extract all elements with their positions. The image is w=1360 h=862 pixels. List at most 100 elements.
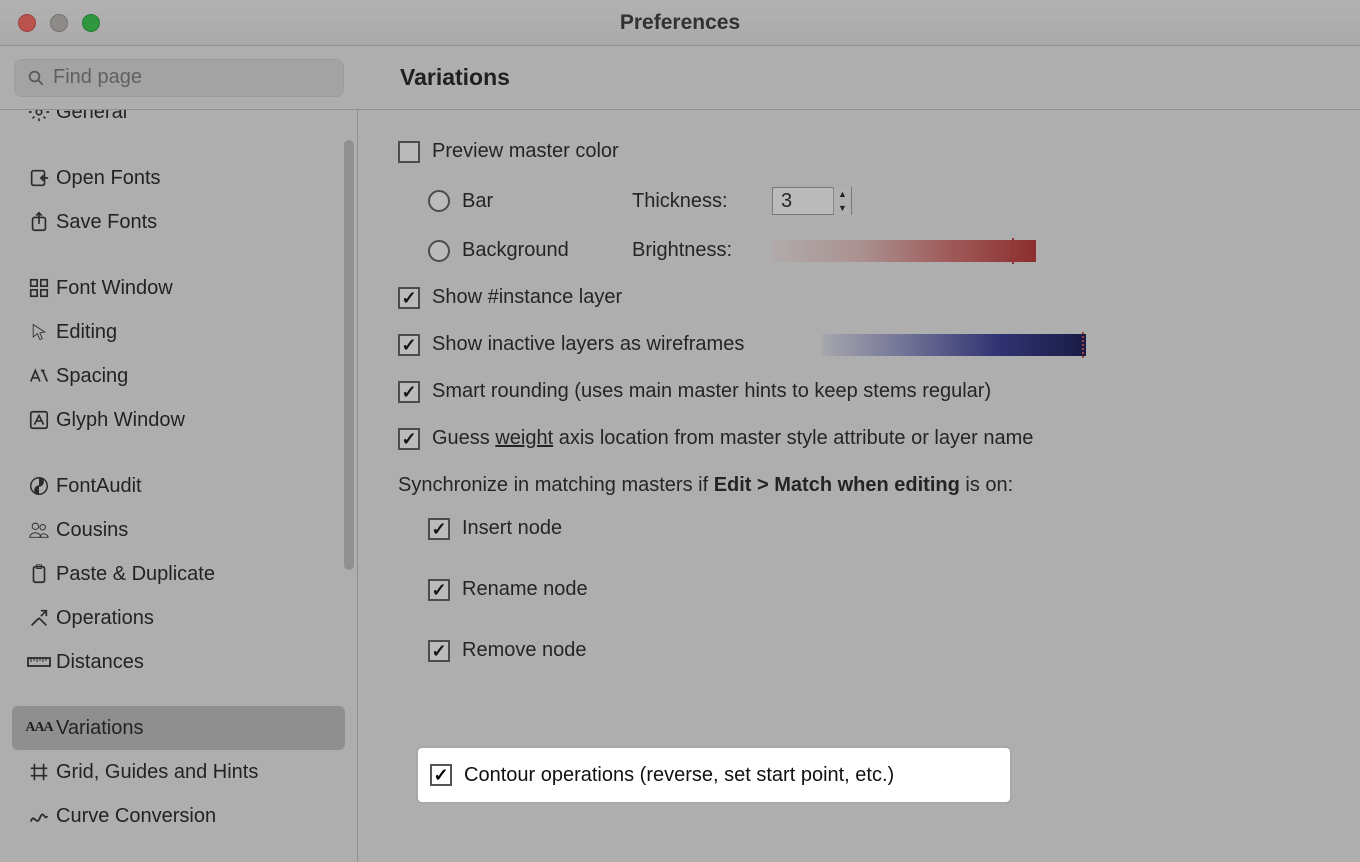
background-radio[interactable] <box>428 240 450 262</box>
thickness-label: Thickness: <box>632 190 772 213</box>
show-instance-label: Show #instance layer <box>432 286 622 309</box>
glyph-window-icon <box>22 409 56 431</box>
sync-contour-row: Contour operations (reverse, set start p… <box>418 748 1010 802</box>
cursor-icon <box>22 321 56 343</box>
thickness-value: 3 <box>773 190 833 213</box>
scribble-icon <box>22 805 56 827</box>
bar-radio[interactable] <box>428 190 450 212</box>
sidebar-item-paste-duplicate[interactable]: Paste & Duplicate <box>12 552 345 596</box>
show-instance-checkbox[interactable] <box>398 287 420 309</box>
preview-master-color-checkbox[interactable] <box>398 141 420 163</box>
sync-contour-checkbox[interactable] <box>430 764 452 786</box>
sidebar-item-distances[interactable]: Distances <box>12 640 345 684</box>
sidebar-item-label: Glyph Window <box>56 409 185 432</box>
sync-rename-label: Rename node <box>462 578 588 601</box>
window-controls <box>18 14 100 32</box>
sync-insert-checkbox[interactable] <box>428 518 450 540</box>
grid-icon <box>22 277 56 299</box>
sidebar-item-label: Font Window <box>56 277 173 300</box>
preferences-window: Preferences Find page Variations General… <box>0 0 1360 862</box>
background-label: Background <box>462 239 632 262</box>
sidebar-item-label: Variations <box>56 717 143 740</box>
sidebar-item-label: Grid, Guides and Hints <box>56 761 258 784</box>
preview-master-color-label: Preview master color <box>432 140 619 163</box>
sidebar-item-curve-conversion[interactable]: Curve Conversion <box>12 794 345 838</box>
yinyang-icon <box>22 475 56 497</box>
sidebar-item-label: Open Fonts <box>56 167 161 190</box>
sync-insert-label: Insert node <box>462 517 562 540</box>
sidebar-item-spacing[interactable]: Spacing <box>12 354 345 398</box>
sync-remove-row: Remove node <box>428 639 1360 662</box>
thickness-stepper[interactable]: 3 ▲▼ <box>772 187 852 215</box>
background-row: Background Brightness: <box>428 239 1360 262</box>
export-icon <box>22 211 56 233</box>
close-window-button[interactable] <box>18 14 36 32</box>
sync-rename-checkbox[interactable] <box>428 579 450 601</box>
smart-rounding-checkbox[interactable] <box>398 381 420 403</box>
sidebar-item-fontaudit[interactable]: FontAudit <box>12 464 345 508</box>
import-icon <box>22 167 56 189</box>
sidebar-item-label: Paste & Duplicate <box>56 563 215 586</box>
wireframe-color-slider[interactable] <box>822 334 1086 356</box>
sidebar-item-label: Curve Conversion <box>56 805 216 828</box>
preview-master-color-row: Preview master color <box>398 140 1360 163</box>
spacing-icon <box>22 365 56 387</box>
show-instance-row: Show #instance layer <box>398 286 1360 309</box>
sidebar-item-variations[interactable]: AAA Variations <box>12 706 345 750</box>
sidebar-item-label: Spacing <box>56 365 128 388</box>
gear-icon <box>22 110 56 123</box>
sync-insert-row: Insert node <box>428 517 1360 540</box>
zoom-window-button[interactable] <box>82 14 100 32</box>
smart-rounding-label: Smart rounding (uses main master hints t… <box>432 380 991 403</box>
sidebar-item-label: Editing <box>56 321 117 344</box>
sidebar: General Open Fonts Save Fonts Font Windo… <box>0 110 358 862</box>
sync-remove-checkbox[interactable] <box>428 640 450 662</box>
window-title: Preferences <box>0 11 1360 35</box>
wireframes-label: Show inactive layers as wireframes <box>432 333 822 356</box>
sidebar-item-label: Save Fonts <box>56 211 157 234</box>
guess-weight-label: Guess weight axis location from master s… <box>432 427 1033 450</box>
sidebar-item-label: Distances <box>56 651 144 674</box>
sync-section-label: Synchronize in matching masters if Edit … <box>398 474 1360 497</box>
search-input[interactable]: Find page <box>14 59 344 97</box>
brightness-slider[interactable] <box>772 240 1036 262</box>
minimize-window-button[interactable] <box>50 14 68 32</box>
sidebar-item-label: FontAudit <box>56 475 142 498</box>
sidebar-item-operations[interactable]: Operations <box>12 596 345 640</box>
bar-row: Bar Thickness: 3 ▲▼ <box>428 187 1360 215</box>
sidebar-item-grid-guides-hints[interactable]: Grid, Guides and Hints <box>12 750 345 794</box>
sidebar-item-cousins[interactable]: Cousins <box>12 508 345 552</box>
search-icon <box>27 69 45 87</box>
sidebar-item-save-fonts[interactable]: Save Fonts <box>12 200 345 244</box>
guess-weight-checkbox[interactable] <box>398 428 420 450</box>
sync-remove-label: Remove node <box>462 639 587 662</box>
stepper-buttons[interactable]: ▲▼ <box>833 187 851 215</box>
sidebar-scrollbar-thumb[interactable] <box>344 140 354 570</box>
clipboard-icon <box>22 563 56 585</box>
bar-label: Bar <box>462 190 632 213</box>
sidebar-item-font-window[interactable]: Font Window <box>12 266 345 310</box>
toolbar: Find page Variations <box>0 46 1360 110</box>
hash-icon <box>22 761 56 783</box>
sidebar-item-general[interactable]: General <box>12 110 345 134</box>
sidebar-item-label: General <box>56 110 127 124</box>
sidebar-item-label: Cousins <box>56 519 128 542</box>
sync-contour-label: Contour operations (reverse, set start p… <box>464 764 894 787</box>
wireframes-row: Show inactive layers as wireframes <box>398 333 1360 356</box>
search-placeholder: Find page <box>53 66 142 89</box>
people-icon <box>22 519 56 541</box>
sidebar-item-glyph-window[interactable]: Glyph Window <box>12 398 345 442</box>
ruler-icon <box>22 653 56 671</box>
variations-icon: AAA <box>22 720 56 736</box>
smart-rounding-row: Smart rounding (uses main master hints t… <box>398 380 1360 403</box>
tools-icon <box>22 607 56 629</box>
brightness-label: Brightness: <box>632 239 772 262</box>
sidebar-item-open-fonts[interactable]: Open Fonts <box>12 156 345 200</box>
guess-weight-row: Guess weight axis location from master s… <box>398 427 1360 450</box>
page-heading: Variations <box>400 64 510 91</box>
sidebar-item-editing[interactable]: Editing <box>12 310 345 354</box>
sidebar-item-label: Operations <box>56 607 154 630</box>
wireframes-checkbox[interactable] <box>398 334 420 356</box>
sync-rename-row: Rename node <box>428 578 1360 601</box>
titlebar: Preferences <box>0 0 1360 46</box>
